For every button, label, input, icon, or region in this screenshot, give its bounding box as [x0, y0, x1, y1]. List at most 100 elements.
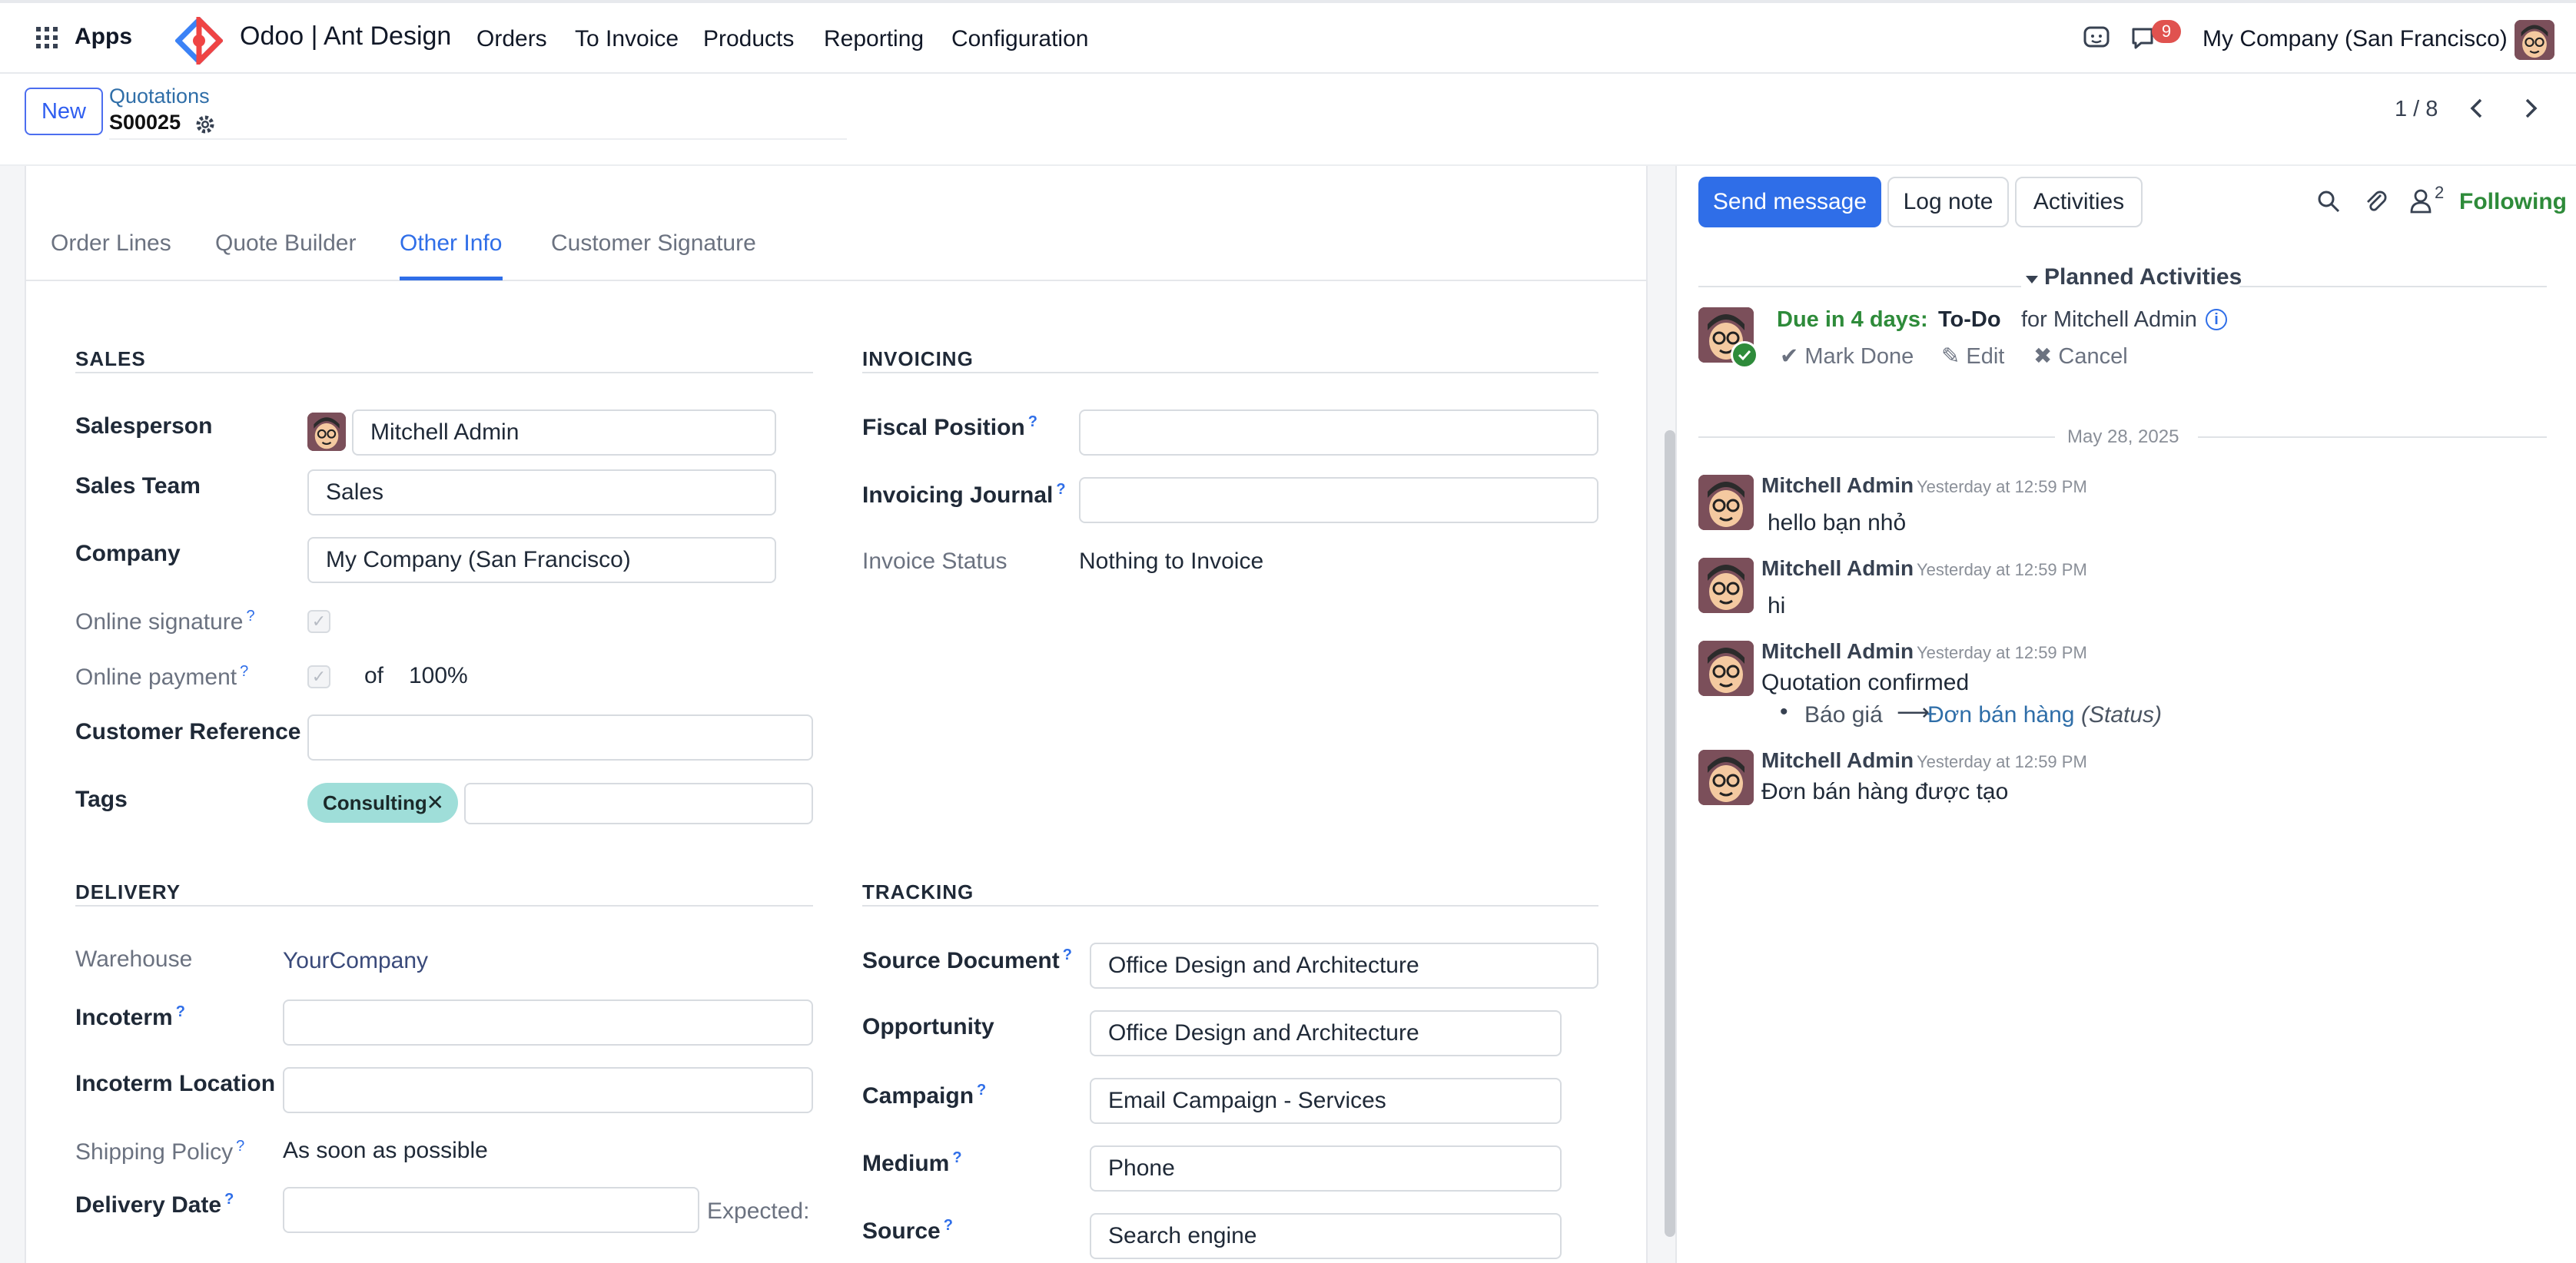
invoice-status-value: Nothing to Invoice — [1079, 549, 1264, 574]
help-icon[interactable]: ? — [246, 608, 254, 625]
apps-grid-icon[interactable] — [35, 26, 58, 49]
tab-customer-signature[interactable]: Customer Signature — [551, 230, 756, 257]
message-author[interactable]: Mitchell Admin — [1761, 473, 1914, 498]
invoicing-journal-label: Invoicing Journal? — [862, 481, 1066, 508]
medium-field[interactable]: Phone — [1090, 1145, 1562, 1192]
mark-done-button[interactable]: ✔ Mark Done — [1780, 343, 1914, 370]
source-document-field[interactable]: Office Design and Architecture — [1090, 943, 1598, 989]
new-button[interactable]: New — [25, 88, 103, 135]
source-field[interactable]: Search engine — [1090, 1213, 1562, 1259]
delivery-section-title: DELIVERY — [75, 880, 181, 903]
following-button[interactable]: Following — [2459, 189, 2567, 215]
log-note-button[interactable]: Log note — [1887, 177, 2009, 227]
messages-badge: 9 — [2152, 20, 2181, 43]
sales-team-label: Sales Team — [75, 473, 201, 499]
edit-activity-button[interactable]: ✎ Edit — [1941, 343, 2004, 370]
help-icon[interactable]: ? — [1028, 413, 1037, 430]
brand-logo-icon[interactable] — [174, 13, 224, 68]
incoterm-location-label: Incoterm Location — [75, 1071, 276, 1096]
top-navbar: Apps Odoo | Ant Design Orders To Invoice… — [0, 0, 2576, 74]
help-icon[interactable]: ? — [240, 663, 248, 680]
online-payment-checkbox[interactable]: ✓ — [307, 665, 330, 688]
planned-activities-toggle[interactable]: Planned Activities — [2044, 264, 2242, 290]
apps-menu[interactable]: Apps — [75, 24, 132, 50]
salesperson-label: Salesperson — [75, 413, 213, 439]
payment-percent[interactable]: 100% — [409, 663, 468, 689]
cancel-activity-button[interactable]: ✖ Cancel — [2033, 343, 2128, 370]
pager-value[interactable]: 1 / 8 — [2395, 97, 2438, 122]
tag-consulting[interactable]: Consulting ✕ — [307, 783, 458, 823]
opportunity-field[interactable]: Office Design and Architecture — [1090, 1010, 1562, 1056]
source-document-label: Source Document? — [862, 946, 1072, 973]
menu-configuration[interactable]: Configuration — [951, 26, 1088, 52]
breadcrumb-quotations[interactable]: Quotations — [109, 85, 210, 108]
warehouse-link[interactable]: YourCompany — [283, 948, 428, 974]
customer-reference-label: Customer Reference — [75, 719, 301, 744]
user-avatar[interactable] — [2515, 20, 2554, 60]
sales-section-rule — [75, 372, 813, 373]
company-switcher[interactable]: My Company (San Francisco) — [2203, 26, 2508, 52]
message-author[interactable]: Mitchell Admin — [1761, 639, 1914, 664]
company-field[interactable]: My Company (San Francisco) — [307, 537, 776, 583]
opportunity-label: Opportunity — [862, 1014, 994, 1039]
invoicing-section-rule — [862, 372, 1598, 373]
tracking-new-value: Đơn bán hàng — [1927, 702, 2075, 728]
menu-orders[interactable]: Orders — [476, 26, 547, 52]
expected-label: Expected: — [707, 1198, 810, 1224]
help-icon[interactable]: ? — [944, 1217, 953, 1234]
brand-name[interactable]: Odoo | Ant Design — [240, 22, 451, 51]
remove-tag-icon[interactable]: ✕ — [427, 790, 444, 815]
incoterm-field[interactable] — [283, 999, 813, 1046]
message-avatar[interactable] — [1698, 750, 1754, 805]
caret-down-icon[interactable] — [2024, 272, 2040, 287]
help-icon[interactable]: ? — [224, 1191, 234, 1208]
tracking-section-title: TRACKING — [862, 880, 974, 903]
campaign-field[interactable]: Email Campaign - Services — [1090, 1078, 1562, 1124]
help-icon[interactable]: ? — [236, 1138, 244, 1155]
online-payment-label: Online payment? — [75, 663, 249, 690]
send-message-button[interactable]: Send message — [1698, 177, 1881, 227]
help-icon[interactable]: ? — [1056, 481, 1065, 498]
incoterm-location-field[interactable] — [283, 1067, 813, 1113]
salesperson-field[interactable]: Mitchell Admin — [352, 409, 776, 456]
menu-products[interactable]: Products — [703, 26, 794, 52]
active-tab-indicator — [400, 277, 503, 280]
shipping-policy-value[interactable]: As soon as possible — [283, 1138, 488, 1164]
menu-reporting[interactable]: Reporting — [824, 26, 924, 52]
help-icon[interactable]: ? — [176, 1003, 185, 1020]
gear-icon[interactable] — [195, 114, 215, 134]
message-author[interactable]: Mitchell Admin — [1761, 556, 1914, 581]
message-avatar[interactable] — [1698, 475, 1754, 530]
info-icon[interactable]: i — [2206, 309, 2227, 330]
online-signature-checkbox[interactable]: ✓ — [307, 610, 330, 633]
fiscal-position-field[interactable] — [1079, 409, 1598, 456]
check-icon: ✔ — [1780, 344, 1799, 369]
activities-button[interactable]: Activities — [2015, 177, 2143, 227]
invoicing-journal-field[interactable] — [1079, 477, 1598, 523]
message-avatar[interactable] — [1698, 641, 1754, 696]
source-label: Source? — [862, 1217, 953, 1244]
paperclip-icon[interactable] — [2362, 187, 2388, 214]
search-icon[interactable] — [2316, 189, 2341, 214]
tab-quote-builder[interactable]: Quote Builder — [215, 230, 356, 257]
message-avatar[interactable] — [1698, 558, 1754, 613]
tab-order-lines[interactable]: Order Lines — [51, 230, 171, 257]
followers-icon[interactable] — [2408, 187, 2433, 214]
delivery-date-field[interactable] — [283, 1187, 699, 1233]
menu-to-invoice[interactable]: To Invoice — [575, 26, 679, 52]
customer-reference-field[interactable] — [307, 714, 813, 761]
sales-team-field[interactable]: Sales — [307, 469, 776, 515]
tab-other-info[interactable]: Other Info — [400, 230, 502, 257]
help-icon[interactable]: ? — [1063, 946, 1072, 963]
pager-next-icon[interactable] — [2518, 95, 2544, 121]
planned-rule-right — [2239, 286, 2547, 287]
date-rule-right — [2198, 436, 2547, 438]
pager-previous-icon[interactable] — [2464, 95, 2490, 121]
form-scrollbar[interactable] — [1665, 430, 1675, 1237]
help-icon[interactable]: ? — [977, 1082, 986, 1099]
help-icon[interactable]: ? — [952, 1149, 961, 1166]
medium-label: Medium? — [862, 1149, 962, 1176]
message-author[interactable]: Mitchell Admin — [1761, 748, 1914, 773]
livechat-icon[interactable] — [2083, 25, 2110, 52]
tags-input[interactable] — [464, 783, 813, 824]
